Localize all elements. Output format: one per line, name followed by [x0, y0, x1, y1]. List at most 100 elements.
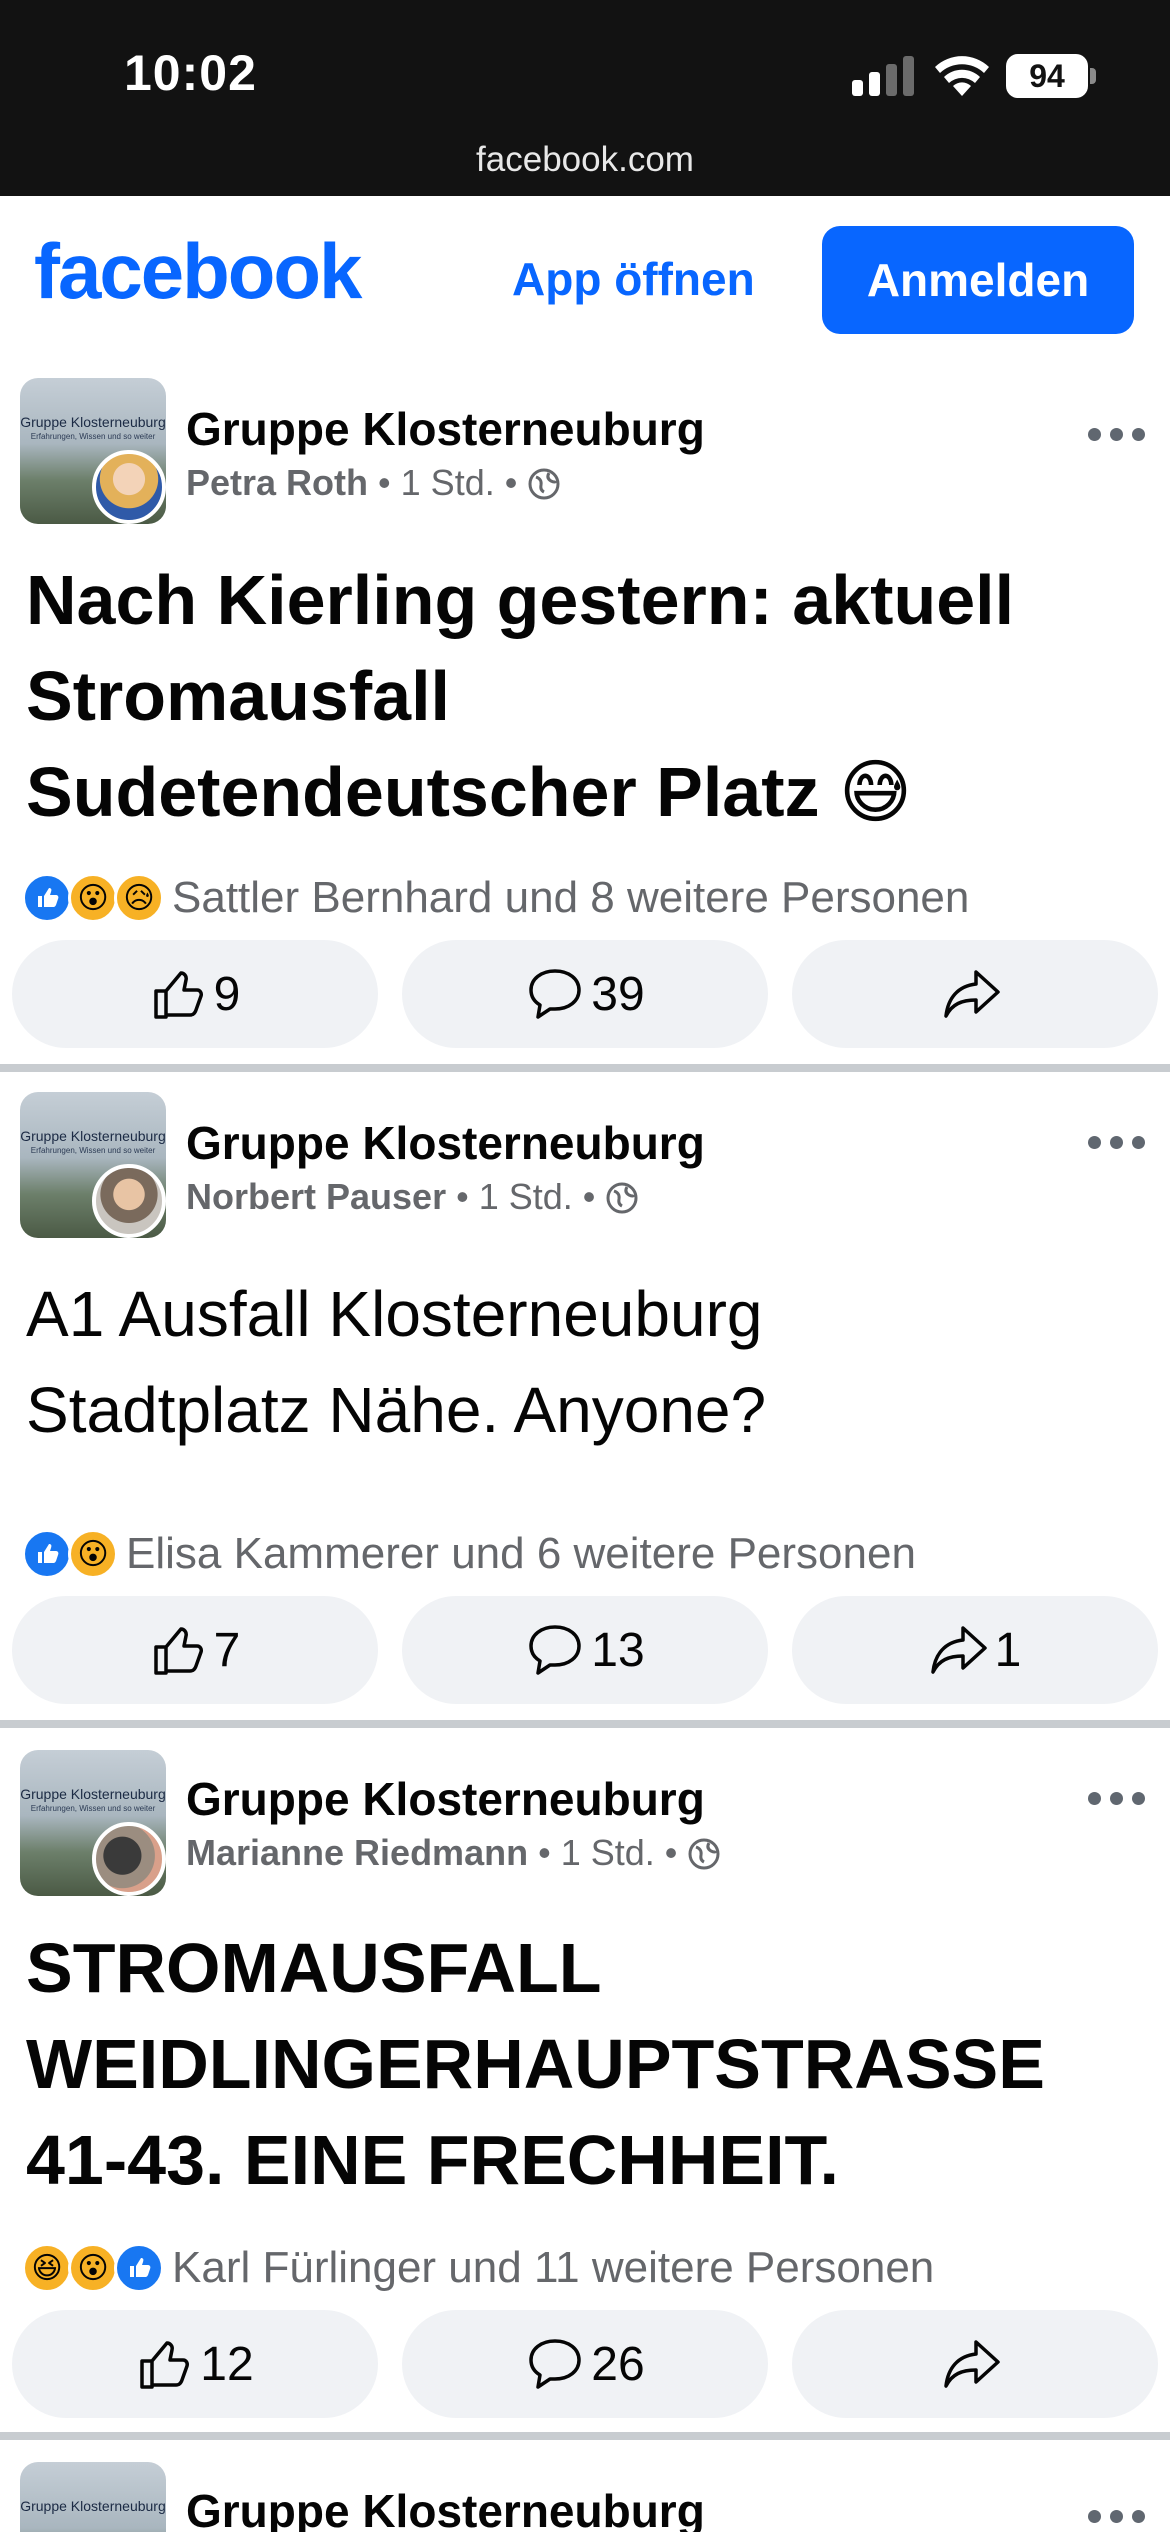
more-options-icon[interactable]	[1088, 1132, 1148, 1152]
group-avatar[interactable]: Gruppe Klosterneuburg	[20, 2462, 166, 2532]
meta-dot: •	[582, 1176, 606, 1217]
like-button[interactable]: 7	[12, 1596, 378, 1704]
share-icon	[930, 1626, 987, 1674]
post-time[interactable]: 1 Std.	[561, 1832, 655, 1873]
comment-icon	[529, 1625, 582, 1675]
author-avatar[interactable]	[92, 1822, 166, 1896]
post-text: STROMAUSFALL WEIDLINGERHAUPTSTRASSE 41-4…	[26, 1929, 1045, 2199]
share-button[interactable]	[792, 940, 1158, 1048]
facebook-logo[interactable]: facebook	[34, 226, 362, 317]
author-name[interactable]: Petra Roth	[186, 462, 368, 503]
group-avatar[interactable]: Gruppe Klosterneuburg Erfahrungen, Wisse…	[20, 1750, 166, 1896]
globe-icon	[528, 468, 560, 500]
avatar-caption: Gruppe Klosterneuburg	[20, 2498, 166, 2514]
post-meta: Marianne Riedmann • 1 Std. •	[186, 1832, 721, 1874]
reactions-summary[interactable]: 😆 😮 Karl Fürlinger und 11 weitere Person…	[22, 2240, 934, 2296]
author-name[interactable]: Marianne Riedmann	[186, 1832, 528, 1873]
post-text: A1 Ausfall Klosterneuburg Stadtplatz Näh…	[26, 1278, 767, 1446]
comment-count: 39	[591, 967, 645, 1021]
battery-cap	[1090, 68, 1096, 84]
post-time[interactable]: 1 Std.	[479, 1176, 573, 1217]
share-count: 1	[994, 1623, 1022, 1677]
battery-indicator: 94	[1006, 54, 1088, 98]
like-count: 7	[213, 1623, 241, 1677]
avatar-subcaption: Erfahrungen, Wissen und so weiter	[30, 1804, 156, 1813]
wow-reaction-icon: 😮	[68, 873, 118, 923]
post-text: Nach Kierling gestern: aktuell Stromausf…	[26, 561, 1015, 831]
post-separator	[0, 1720, 1170, 1728]
group-name[interactable]: Gruppe Klosterneuburg	[186, 1772, 705, 1826]
haha-reaction-icon: 😆	[22, 2243, 72, 2293]
group-name[interactable]: Gruppe Klosterneuburg	[186, 2484, 705, 2532]
group-name[interactable]: Gruppe Klosterneuburg	[186, 402, 705, 456]
group-avatar[interactable]: Gruppe Klosterneuburg Erfahrungen, Wisse…	[20, 378, 166, 524]
post-meta: Petra Roth • 1 Std. •	[186, 462, 561, 504]
meta-dot: •	[378, 462, 401, 503]
globe-icon	[606, 1182, 638, 1214]
author-avatar[interactable]	[92, 1164, 166, 1238]
reactions-summary[interactable]: 😮 😥 Sattler Bernhard und 8 weitere Perso…	[22, 870, 969, 926]
post-meta: Norbert Pauser • 1 Std. •	[186, 1176, 639, 1218]
reactions-text: Karl Fürlinger und 11 weitere Personen	[172, 2243, 935, 2292]
reactions-text: Sattler Bernhard und 8 weitere Personen	[172, 873, 970, 922]
reactions-summary[interactable]: 😮 Elisa Kammerer und 6 weitere Personen	[22, 1526, 916, 1582]
meta-dot: •	[504, 462, 528, 503]
author-name[interactable]: Norbert Pauser	[186, 1176, 446, 1217]
share-icon	[944, 2340, 1000, 2388]
facebook-header: facebook App öffnen Anmelden	[0, 196, 1170, 366]
post-separator	[0, 2432, 1170, 2440]
like-count: 12	[200, 2337, 254, 2391]
meta-dot: •	[538, 1832, 561, 1873]
thumbs-up-icon	[153, 971, 203, 1019]
avatar-caption: Gruppe Klosterneuburg	[20, 414, 166, 430]
status-time: 10:02	[124, 45, 257, 101]
comment-icon	[529, 2339, 582, 2389]
like-button[interactable]: 9	[12, 940, 378, 1048]
group-name[interactable]: Gruppe Klosterneuburg	[186, 1116, 705, 1170]
like-count: 9	[213, 967, 241, 1021]
more-options-icon[interactable]	[1088, 2506, 1148, 2526]
like-reaction-icon	[114, 2243, 164, 2293]
comment-button[interactable]: 26	[402, 2310, 768, 2418]
post-time[interactable]: 1 Std.	[401, 462, 495, 503]
login-button[interactable]: Anmelden	[822, 226, 1134, 334]
share-button[interactable]	[792, 2310, 1158, 2418]
author-avatar[interactable]	[92, 450, 166, 524]
sad-reaction-icon: 😥	[114, 873, 164, 923]
more-options-icon[interactable]	[1088, 1788, 1148, 1808]
post-card: Gruppe Klosterneuburg Erfahrungen, Wisse…	[0, 1072, 1170, 1720]
wow-reaction-icon: 😮	[68, 2243, 118, 2293]
status-bar: 10:02 94 facebook.com	[0, 0, 1170, 196]
like-reaction-icon	[22, 1529, 72, 1579]
post-card: Gruppe Klosterneuburg Gruppe Klosterneub…	[0, 2440, 1170, 2532]
like-reaction-icon	[22, 873, 72, 923]
share-icon	[944, 970, 1000, 1018]
comment-button[interactable]: 39	[402, 940, 768, 1048]
more-options-icon[interactable]	[1088, 424, 1148, 444]
wifi-icon	[935, 56, 989, 96]
comment-count: 13	[591, 1623, 645, 1677]
post-card: Gruppe Klosterneuburg Erfahrungen, Wisse…	[0, 366, 1170, 1066]
wow-reaction-icon: 😮	[68, 1529, 118, 1579]
avatar-caption: Gruppe Klosterneuburg	[20, 1786, 166, 1802]
like-button[interactable]: 12	[12, 2310, 378, 2418]
avatar-subcaption: Erfahrungen, Wissen und so weiter	[30, 432, 156, 441]
avatar-caption: Gruppe Klosterneuburg	[20, 1128, 166, 1144]
open-app-link[interactable]: App öffnen	[512, 252, 755, 306]
thumbs-up-icon	[153, 1627, 203, 1675]
reactions-text: Elisa Kammerer und 6 weitere Personen	[126, 1529, 916, 1578]
url-bar[interactable]: facebook.com	[0, 140, 1170, 180]
meta-dot: •	[664, 1832, 688, 1873]
comment-count: 26	[591, 2337, 645, 2391]
globe-icon	[688, 1838, 720, 1870]
group-avatar[interactable]: Gruppe Klosterneuburg Erfahrungen, Wisse…	[20, 1092, 166, 1238]
share-button[interactable]: 1	[792, 1596, 1158, 1704]
meta-dot: •	[456, 1176, 479, 1217]
avatar-subcaption: Erfahrungen, Wissen und so weiter	[30, 1146, 156, 1155]
cellular-signal-icon	[852, 56, 916, 96]
comment-button[interactable]: 13	[402, 1596, 768, 1704]
post-separator	[0, 1064, 1170, 1072]
post-card: Gruppe Klosterneuburg Erfahrungen, Wisse…	[0, 1728, 1170, 2432]
comment-icon	[529, 969, 582, 1019]
thumbs-up-icon	[140, 2341, 190, 2389]
